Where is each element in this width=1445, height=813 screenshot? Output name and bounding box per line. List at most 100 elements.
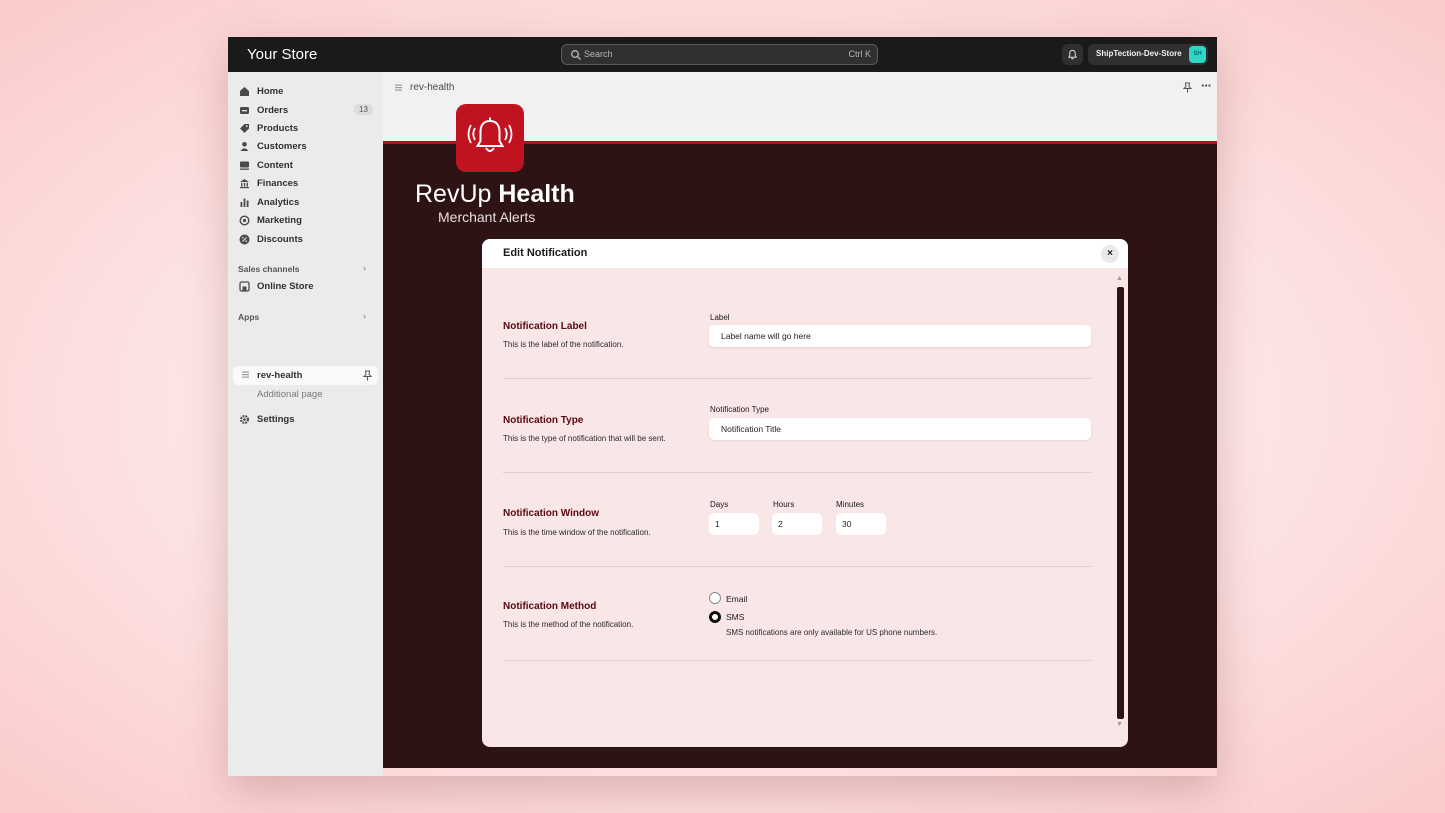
search-icon <box>571 50 581 60</box>
person-icon <box>240 142 249 151</box>
section-title-label: Notification Label <box>503 321 587 332</box>
divider <box>503 378 1091 379</box>
search-shortcut: Ctrl K <box>848 49 872 59</box>
sidebar-item-products[interactable]: Products <box>239 121 373 137</box>
notification-type-input[interactable] <box>709 418 1091 440</box>
section-desc-type: This is the type of notification that wi… <box>503 434 666 443</box>
sidebar-item-label: Home <box>257 86 284 97</box>
sms-radio-label[interactable]: SMS <box>726 612 744 622</box>
minutes-input[interactable] <box>836 513 886 535</box>
sidebar-item-customers[interactable]: Customers <box>239 139 373 155</box>
brand-logo <box>456 104 524 172</box>
home-icon <box>240 87 249 96</box>
content-icon <box>240 161 249 170</box>
hours-field-label: Hours <box>773 500 795 509</box>
search-bar[interactable]: Search Ctrl K <box>561 44 878 65</box>
top-bar: Your Store Search Ctrl K ShipTection-Dev… <box>228 37 1217 72</box>
divider <box>503 472 1091 473</box>
sidebar-item-label: Finances <box>257 178 299 189</box>
scroll-down-icon[interactable]: ▼ <box>1116 721 1123 728</box>
scrollbar-thumb[interactable] <box>1117 287 1124 719</box>
sidebar-item-label: Products <box>257 123 299 134</box>
sidebar-item-label: rev-health <box>257 370 303 381</box>
section-desc-label: This is the label of the notification. <box>503 340 624 349</box>
sidebar-item-discounts[interactable]: Discounts <box>239 232 373 248</box>
store-title[interactable]: Your Store <box>247 46 317 63</box>
sidebar-item-label: Marketing <box>257 215 302 226</box>
sidebar-item-label: Discounts <box>257 234 303 245</box>
days-field-label: Days <box>710 500 729 509</box>
brand-subtitle: Merchant Alerts <box>438 209 536 225</box>
brand-name-light: RevUp <box>415 180 499 208</box>
email-radio-label[interactable]: Email <box>726 594 747 604</box>
bar-chart-icon <box>240 198 249 207</box>
bell-icon <box>1067 49 1078 60</box>
close-button[interactable]: × <box>1101 245 1119 263</box>
sidebar-item-settings[interactable]: Settings <box>239 412 373 428</box>
section-title-window: Notification Window <box>503 508 600 519</box>
modal-header: Edit Notification × <box>482 239 1128 268</box>
sidebar-item-label: Customers <box>257 141 307 152</box>
bank-icon <box>240 179 249 189</box>
divider <box>503 566 1091 567</box>
section-desc-window: This is the time window of the notificat… <box>503 528 651 537</box>
section-title-method: Notification Method <box>503 601 597 612</box>
sidebar-item-label: Content <box>257 160 293 171</box>
chevron-right-icon[interactable]: › <box>363 311 366 321</box>
divider <box>503 660 1091 661</box>
sidebar-item-analytics[interactable]: Analytics <box>239 195 373 211</box>
label-field-label: Label <box>710 313 730 322</box>
main-content: rev-health ··· RevUp Health Merchant Ale… <box>383 72 1217 768</box>
sidebar-item-finances[interactable]: Finances <box>239 176 373 192</box>
brand-name: RevUp Health <box>415 180 575 209</box>
sidebar-item-orders[interactable]: Orders 13 <box>239 103 373 119</box>
pin-icon[interactable] <box>1183 82 1192 93</box>
notifications-button[interactable] <box>1062 44 1083 65</box>
inbox-icon <box>240 107 249 114</box>
apps-heading[interactable]: Apps <box>238 312 259 322</box>
days-input[interactable] <box>709 513 759 535</box>
sidebar: Home Orders 13 Products Customers Conten… <box>228 72 383 776</box>
sidebar-item-content[interactable]: Content <box>239 158 373 174</box>
avatar: SH <box>1189 46 1206 63</box>
search-placeholder: Search <box>584 49 613 59</box>
app-window: Your Store Search Ctrl K ShipTection-Dev… <box>228 37 1217 776</box>
sidebar-item-label: Analytics <box>257 197 300 208</box>
storefront-icon <box>239 281 250 292</box>
sidebar-item-online-store[interactable]: Online Store <box>239 279 373 295</box>
app-grid-icon <box>242 371 249 378</box>
brand-name-bold: Health <box>498 180 575 208</box>
app-grid-icon <box>395 84 402 91</box>
scroll-up-icon[interactable]: ▲ <box>1116 275 1123 282</box>
sidebar-item-home[interactable]: Home <box>239 84 373 100</box>
sidebar-item-label: Settings <box>257 414 295 425</box>
minutes-field-label: Minutes <box>836 500 865 509</box>
pin-icon[interactable] <box>363 370 372 381</box>
sidebar-item-rev-health[interactable]: rev-health <box>233 366 378 385</box>
chevron-right-icon[interactable]: › <box>363 263 366 273</box>
sms-radio[interactable] <box>709 611 721 623</box>
sidebar-item-marketing[interactable]: Marketing <box>239 213 373 229</box>
store-name: ShipTection-Dev-Store <box>1096 49 1182 58</box>
more-actions-icon[interactable]: ··· <box>1201 78 1212 93</box>
scrollbar[interactable]: ▲ ▼ <box>1116 275 1125 733</box>
orders-count-badge: 13 <box>354 104 373 115</box>
store-menu-button[interactable]: ShipTection-Dev-Store SH <box>1088 44 1208 65</box>
label-input[interactable] <box>709 325 1091 347</box>
sidebar-item-label: Online Store <box>257 281 314 292</box>
section-desc-method: This is the method of the notification. <box>503 620 634 629</box>
sidebar-subitem-additional-page[interactable]: Additional page <box>257 389 323 400</box>
edit-notification-modal: Edit Notification × ▲ ▼ Notification Lab… <box>482 239 1128 747</box>
modal-title: Edit Notification <box>503 247 588 259</box>
type-field-label: Notification Type <box>710 405 769 414</box>
target-icon <box>239 215 250 226</box>
bell-alert-icon <box>467 117 513 152</box>
section-title-type: Notification Type <box>503 415 584 426</box>
sales-channels-heading[interactable]: Sales channels <box>238 264 299 274</box>
tag-icon <box>240 124 249 133</box>
email-radio[interactable] <box>709 592 721 604</box>
gear-icon <box>239 414 250 425</box>
sidebar-item-label: Orders <box>257 105 289 116</box>
hours-input[interactable] <box>772 513 822 535</box>
breadcrumb: rev-health <box>410 82 455 93</box>
